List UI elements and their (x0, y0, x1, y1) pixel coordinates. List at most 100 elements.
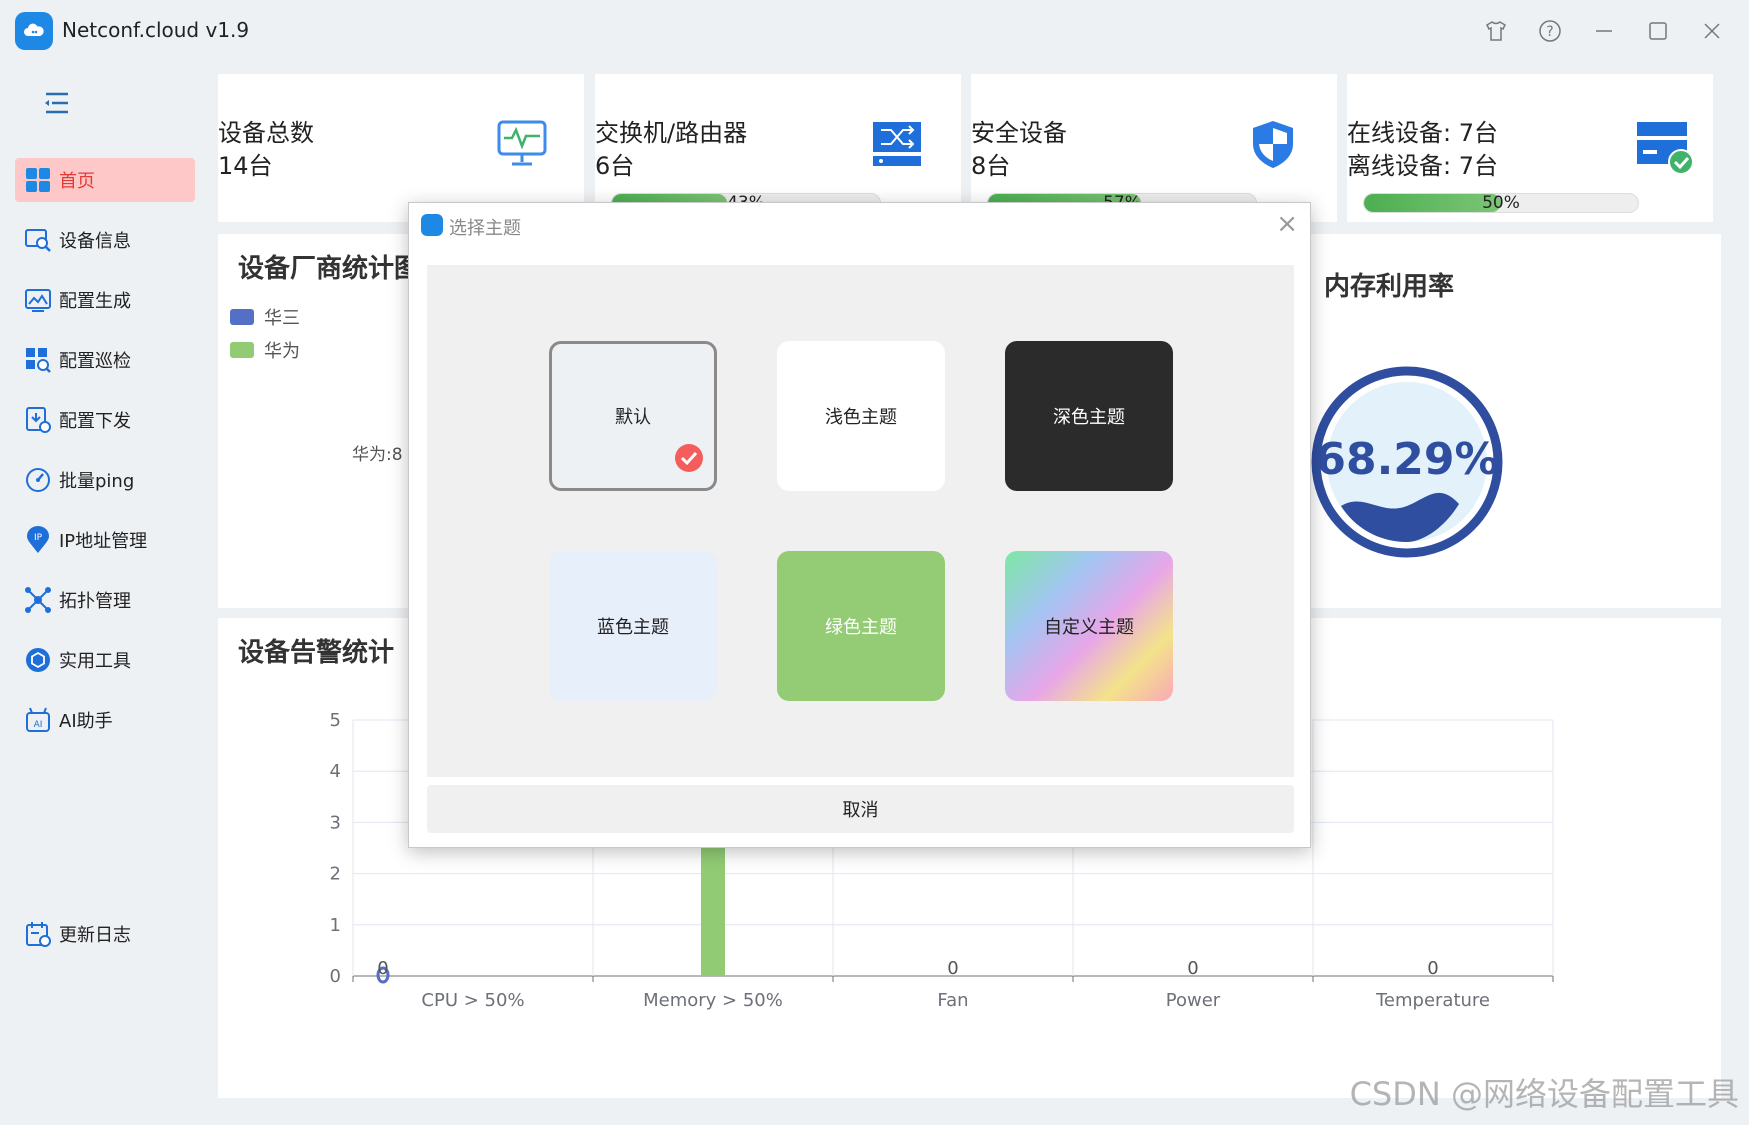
sidebar-item-label: 实用工具 (59, 651, 131, 672)
sidebar-item-changelog[interactable]: 更新日志 (15, 912, 195, 956)
memory-title: 内存利用率 (1324, 272, 1455, 302)
theme-tile-default[interactable]: 默认 (549, 341, 717, 491)
legend-label: 华三 (264, 308, 300, 329)
sidebar-item-ip-management[interactable]: IP IP地址管理 (15, 518, 195, 562)
sidebar-item-label: 更新日志 (59, 925, 131, 946)
dialog-close-icon[interactable]: × (1276, 209, 1298, 239)
offline-count: 离线设备: 7台 (1347, 152, 1498, 180)
stat-value: 8台 (971, 152, 1011, 180)
stat-title: 安全设备 (971, 119, 1067, 147)
switch-icon (871, 118, 923, 174)
memory-value: 68.29% (1315, 434, 1499, 485)
minimize-icon[interactable] (1587, 14, 1621, 48)
server-online-icon (1635, 118, 1695, 180)
calendar-log-icon (23, 919, 53, 949)
sidebar-item-label: AI助手 (59, 711, 113, 732)
theme-dialog: 选择主题 × 默认 浅色主题 深色主题 蓝色主题 绿色主题 自定义主题 取消 (408, 202, 1311, 848)
speedometer-icon (23, 465, 53, 495)
sidebar-item-label: 配置下发 (59, 411, 131, 432)
collapse-menu-icon[interactable] (40, 88, 72, 118)
y-tick-label: 4 (330, 761, 341, 782)
app-title: Netconf.cloud v1.9 (62, 18, 250, 42)
theme-tile-green[interactable]: 绿色主题 (777, 551, 945, 701)
close-icon[interactable] (1695, 14, 1729, 48)
toolbox-icon (23, 645, 53, 675)
device-search-icon (23, 225, 53, 255)
alarm-chart-title: 设备告警统计 (238, 638, 395, 668)
svg-text:IP: IP (34, 533, 43, 543)
dialog-header: 选择主题 × (409, 203, 1310, 247)
sidebar-item-batch-ping[interactable]: 批量ping (15, 458, 195, 502)
legend-swatch (230, 309, 254, 325)
theme-label: 默认 (615, 407, 651, 428)
theme-tile-blue[interactable]: 蓝色主题 (549, 551, 717, 701)
y-tick-label: 2 (330, 864, 341, 885)
data-label: 0 (1427, 958, 1438, 979)
shield-icon (1247, 118, 1299, 174)
theme-label: 浅色主题 (825, 407, 897, 428)
sidebar-item-ai-assistant[interactable]: AI AI助手 (15, 698, 195, 742)
data-label: 0 (377, 958, 388, 979)
sidebar-item-label: 拓扑管理 (59, 591, 131, 612)
legend-swatch (230, 342, 254, 358)
svg-text:AI: AI (34, 720, 43, 730)
sidebar-item-tools[interactable]: 实用工具 (15, 638, 195, 682)
topology-icon (23, 585, 53, 615)
online-progress-bar: 50% (1363, 193, 1639, 213)
theme-label: 蓝色主题 (597, 617, 669, 638)
theme-tile-light[interactable]: 浅色主题 (777, 341, 945, 491)
legend-item[interactable]: 华为 (230, 337, 300, 363)
pie-slice-label: 华为:8 (352, 445, 403, 465)
data-label: 0 (947, 958, 958, 979)
config-deploy-icon (23, 405, 53, 435)
theme-tile-custom[interactable]: 自定义主题 (1005, 551, 1173, 701)
sidebar-item-home[interactable]: 首页 (15, 158, 195, 202)
legend-item[interactable]: 华三 (230, 304, 300, 330)
sidebar-item-config-generate[interactable]: 配置生成 (15, 278, 195, 322)
sidebar-item-topology[interactable]: 拓扑管理 (15, 578, 195, 622)
theme-grid: 默认 浅色主题 深色主题 蓝色主题 绿色主题 自定义主题 (427, 265, 1294, 777)
y-tick-label: 0 (330, 966, 341, 987)
ip-pin-icon: IP (23, 525, 53, 555)
dialog-logo-icon (421, 214, 443, 236)
skin-icon[interactable] (1479, 14, 1513, 48)
x-category-label: Power (1166, 990, 1221, 1011)
sidebar-item-label: 批量ping (59, 471, 135, 492)
config-generate-icon (23, 285, 53, 315)
x-category-label: Fan (937, 990, 968, 1011)
theme-label: 自定义主题 (1044, 617, 1134, 638)
stat-title: 设备总数 (218, 119, 314, 147)
svg-text:?: ? (1546, 24, 1553, 40)
theme-tile-dark[interactable]: 深色主题 (1005, 341, 1173, 491)
y-tick-label: 1 (330, 915, 341, 936)
sidebar-item-label: 首页 (59, 171, 95, 192)
app-logo-icon (15, 12, 53, 50)
sidebar: 首页 设备信息 配置生成 配置巡检 配置下发 批量ping IP IP地址管理 (0, 62, 210, 1125)
stat-card-security: 安全设备 8台 57% (971, 74, 1337, 222)
y-tick-label: 3 (330, 812, 341, 833)
stat-card-online: 在线设备: 7台 离线设备: 7台 50% (1347, 74, 1713, 222)
stat-card-total: 设备总数 14台 (218, 74, 584, 222)
maximize-icon[interactable] (1641, 14, 1675, 48)
sidebar-item-label: 设备信息 (59, 231, 131, 252)
sidebar-item-label: 配置巡检 (59, 351, 131, 372)
sidebar-item-device-info[interactable]: 设备信息 (15, 218, 195, 262)
sidebar-item-label: 配置生成 (59, 291, 131, 312)
config-inspect-icon (23, 345, 53, 375)
memory-gauge: 68.29% (1309, 364, 1505, 560)
vendor-chart-title: 设备厂商统计图 (238, 254, 421, 284)
help-icon[interactable]: ? (1533, 14, 1567, 48)
stat-value: 14台 (218, 152, 273, 180)
online-count: 在线设备: 7台 (1347, 119, 1498, 147)
sidebar-item-label: IP地址管理 (59, 531, 148, 552)
title-bar: Netconf.cloud v1.9 ? (0, 0, 1749, 62)
stat-title: 交换机/路由器 (595, 119, 748, 147)
robot-icon: AI (23, 705, 53, 735)
theme-label: 深色主题 (1053, 407, 1125, 428)
dialog-title: 选择主题 (449, 218, 521, 239)
cancel-button[interactable]: 取消 (427, 785, 1294, 833)
sidebar-item-config-inspect[interactable]: 配置巡检 (15, 338, 195, 382)
monitor-pulse-icon (496, 118, 548, 174)
sidebar-item-config-deploy[interactable]: 配置下发 (15, 398, 195, 442)
x-category-label: Memory > 50% (643, 990, 783, 1011)
